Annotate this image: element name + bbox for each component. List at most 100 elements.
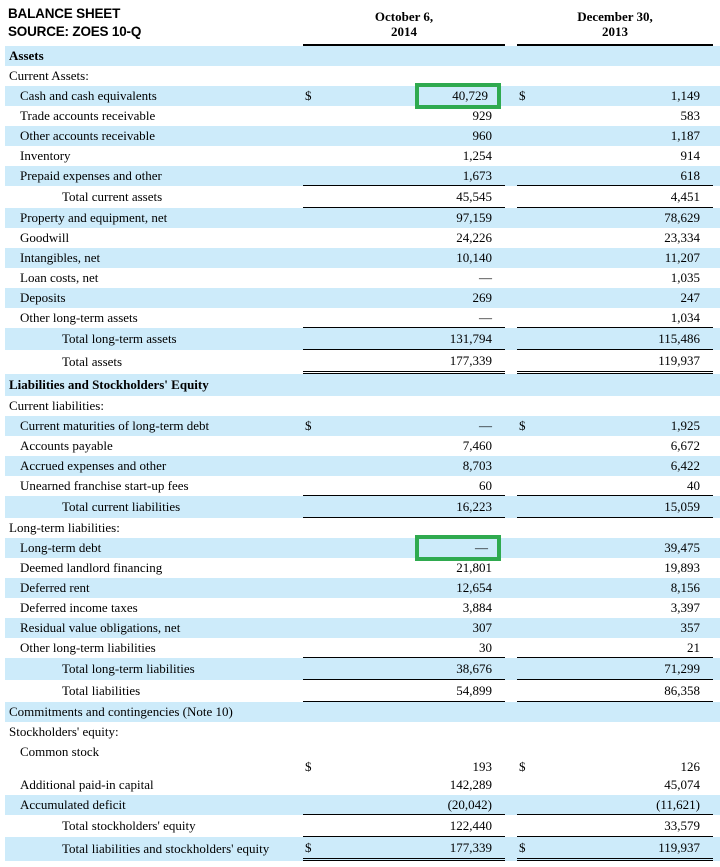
dollar-sign: $ xyxy=(519,418,526,433)
dollar-sign: $ xyxy=(305,88,312,103)
value-cell-col1: 3,884 xyxy=(303,598,505,618)
table-row: Other long-term assets — 1,034 xyxy=(5,308,720,328)
row-label: Total assets xyxy=(62,354,123,369)
balance-sheet: BALANCE SHEET SOURCE: ZOES 10-Q October … xyxy=(0,0,720,861)
table-header: BALANCE SHEET SOURCE: ZOES 10-Q October … xyxy=(5,0,720,46)
value-cell-col2: 15,059 xyxy=(517,496,713,518)
row-label: Current Assets: xyxy=(9,68,89,83)
row-label: Liabilities and Stockholders' Equity xyxy=(9,377,209,392)
row-label: Deposits xyxy=(20,290,66,305)
value-cell-col2: 247 xyxy=(517,288,713,308)
table-row: Current Assets: xyxy=(5,66,720,86)
value-col1: 177,339 xyxy=(449,839,492,855)
row-label: Other long-term liabilities xyxy=(20,640,156,655)
value-col2: 4,451 xyxy=(670,188,700,204)
value-col1: 45,545 xyxy=(456,188,492,204)
row-label: Total liabilities xyxy=(62,683,141,698)
value-cell-col1: 122,440 xyxy=(303,815,505,837)
value-col1: 24,226 xyxy=(456,230,492,245)
value-col2: 23,334 xyxy=(664,230,700,245)
table-row: Current maturities of long-term debt $ — $1… xyxy=(5,416,720,436)
value-cell-col2: 583 xyxy=(517,106,713,126)
value-cell-col2: 33,579 xyxy=(517,815,713,837)
table-row: Total long-term liabilities 38,676 71,299 xyxy=(5,658,720,680)
table-row: Cash and cash equivalents $40,729 $1,149 xyxy=(5,83,720,109)
value-col2: 247 xyxy=(680,290,701,305)
value-cell-col1: 1,673 xyxy=(303,166,505,186)
column-header-date-line1: October 6, xyxy=(374,9,434,24)
value-cell-col1: 269 xyxy=(303,288,505,308)
value-col2: 40 xyxy=(687,477,700,493)
value-cell-col2: 19,893 xyxy=(517,558,713,578)
source-title: BALANCE SHEET SOURCE: ZOES 10-Q xyxy=(8,5,141,41)
value-cell-col2: (11,621) xyxy=(517,795,713,815)
value-cell-col1: 10,140 xyxy=(303,248,505,268)
value-cell-col2: 4,451 xyxy=(517,186,713,208)
value-col1: 97,159 xyxy=(456,210,492,225)
value-cell-col2: 45,074 xyxy=(517,775,713,795)
value-cell-col1: 30 xyxy=(303,638,505,658)
value-cell-col1: $40,729 xyxy=(303,83,505,109)
value-col2: 86,358 xyxy=(664,682,700,698)
row-label: Loan costs, net xyxy=(20,270,99,285)
row-label: Stockholders' equity: xyxy=(9,724,119,739)
value-col1: 193 xyxy=(472,759,493,774)
dollar-sign: $ xyxy=(519,839,526,855)
row-label: Long-term liabilities: xyxy=(9,520,120,535)
row-label: Total long-term liabilities xyxy=(62,661,195,676)
value-col2: 1,149 xyxy=(670,88,700,103)
value-col1: 21,801 xyxy=(456,560,492,575)
row-label: Other accounts receivable xyxy=(20,128,155,143)
value-cell-col2: 11,207 xyxy=(517,248,713,268)
value-cell-col2: $126 xyxy=(517,759,713,775)
value-col2: 6,672 xyxy=(670,438,700,453)
title-line-2: SOURCE: ZOES 10-Q xyxy=(8,24,142,39)
value-cell-col2: 1,035 xyxy=(517,268,713,288)
value-col2: 45,074 xyxy=(664,777,700,792)
value-cell-col1: 307 xyxy=(303,618,505,638)
value-col1: 122,440 xyxy=(449,817,492,833)
value-cell-col2: 914 xyxy=(517,146,713,166)
value-col1: 269 xyxy=(472,290,493,305)
right-margin xyxy=(713,0,720,46)
value-cell-col2 xyxy=(517,396,713,416)
value-col1: 12,654 xyxy=(456,580,492,595)
row-label: Other long-term assets xyxy=(20,310,138,325)
value-cell-col2: 21 xyxy=(517,638,713,658)
value-cell-col2 xyxy=(517,46,713,66)
table-row: Long-term debt — 39,475 xyxy=(5,535,720,561)
value-cell-col1: $193 xyxy=(303,759,505,775)
value-col1: 16,223 xyxy=(456,498,492,514)
table-row: Total long-term assets 131,794 115,486 xyxy=(5,328,720,350)
value-cell-col2: 8,156 xyxy=(517,578,713,598)
table-row: Prepaid expenses and other 1,673 618 xyxy=(5,166,720,186)
value-cell-col2: 357 xyxy=(517,618,713,638)
row-label: Total current liabilities xyxy=(62,499,181,514)
row-label: Deemed landlord financing xyxy=(20,560,163,575)
value-cell-col1: 21,801 xyxy=(303,558,505,578)
value-col2: 33,579 xyxy=(664,817,700,833)
table-row: Total assets 177,339 119,937 xyxy=(5,350,720,374)
value-cell-col2: 3,397 xyxy=(517,598,713,618)
value-cell-col1 xyxy=(303,702,505,722)
value-col2: 8,156 xyxy=(670,580,700,595)
table-row: Unearned franchise start-up fees 60 40 xyxy=(5,476,720,496)
value-cell-col1: 929 xyxy=(303,106,505,126)
value-cell-col2: 119,937 xyxy=(517,350,713,374)
table-row: Accumulated deficit (20,042) (11,621) xyxy=(5,795,720,815)
value-cell-col1: 45,545 xyxy=(303,186,505,208)
value-cell-col1: 177,339 xyxy=(303,350,505,374)
table-row: Current liabilities: xyxy=(5,396,720,416)
value-cell-col2: 71,299 xyxy=(517,658,713,680)
row-label: Total stockholders' equity xyxy=(62,818,196,833)
row-label: Cash and cash equivalents xyxy=(20,88,157,103)
value-col2: 119,937 xyxy=(658,839,700,855)
value-col1: 8,703 xyxy=(462,458,492,473)
table-row: Total liabilities and stockholders' equi… xyxy=(5,837,720,861)
value-cell-col1: 16,223 xyxy=(303,496,505,518)
table-row: Deposits 269 247 xyxy=(5,288,720,308)
table-row: Accounts payable 7,460 6,672 xyxy=(5,436,720,456)
value-col2: 19,893 xyxy=(664,560,700,575)
value-col1: — xyxy=(479,270,492,285)
value-cell-col2 xyxy=(517,722,713,742)
